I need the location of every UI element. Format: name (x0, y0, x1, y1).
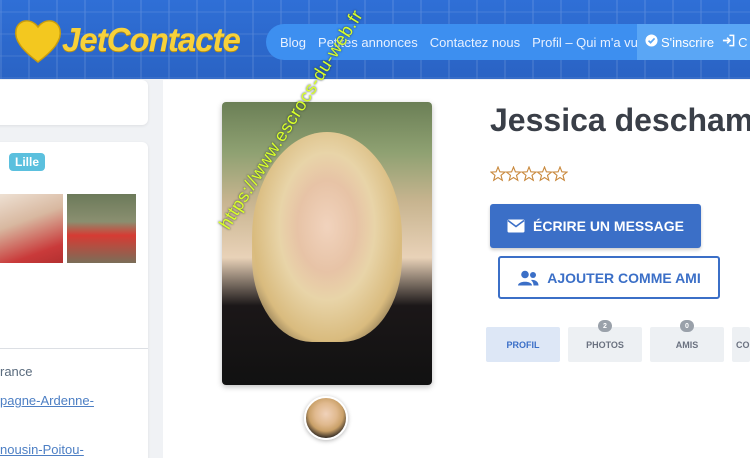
rating-stars[interactable] (489, 165, 569, 187)
tab-contact[interactable]: CON (732, 327, 750, 362)
country-text: rance (0, 364, 33, 379)
nav-contact[interactable]: Contactez nous (430, 35, 520, 50)
nav-blog[interactable]: Blog (280, 35, 306, 50)
tab-label: CON (736, 339, 750, 350)
site-header: JetContacte Blog Petites annonces Contac… (0, 0, 750, 79)
signup-button[interactable]: S'inscrire (645, 34, 714, 50)
add-friend-label: AJOUTER COMME AMI (547, 269, 701, 286)
nav-profil[interactable]: Profil – Qui m'a vu (532, 35, 638, 50)
sidebar-info-card (0, 142, 148, 458)
logo-text: JetContacte (62, 21, 241, 58)
star-rating-icons (489, 165, 569, 182)
avatar[interactable] (304, 396, 348, 440)
friends-count-badge: 0 (680, 320, 694, 332)
profile-name: Jessica deschamp (490, 102, 750, 138)
users-icon (517, 270, 539, 286)
gallery-thumbnail[interactable] (0, 194, 63, 263)
region-link[interactable]: pagne-Ardenne- (0, 393, 94, 408)
site-logo[interactable]: JetContacte (12, 14, 241, 66)
tab-amis[interactable]: 0 AMIS (650, 320, 724, 362)
region-link[interactable]: nousin-Poitou- (0, 442, 84, 457)
photos-count-badge: 2 (598, 320, 612, 332)
tab-profil[interactable]: PROFIL (486, 327, 560, 362)
signup-label: S'inscrire (661, 34, 715, 50)
tab-label: AMIS (675, 339, 699, 350)
login-button[interactable]: C (722, 34, 747, 50)
gallery-thumbnail[interactable] (67, 194, 136, 263)
tab-photos[interactable]: 2 PHOTOS (568, 320, 642, 362)
heart-icon (12, 14, 64, 66)
check-circle-icon (645, 34, 658, 50)
envelope-icon (507, 219, 525, 233)
city-tag[interactable]: Lille (9, 153, 46, 171)
tab-label: PHOTOS (586, 339, 624, 350)
login-label: C (738, 34, 748, 50)
sidebar-top-card (0, 80, 148, 125)
auth-buttons: S'inscrire C (637, 24, 750, 60)
profile-photo[interactable] (222, 102, 432, 385)
write-message-label: ÉCRIRE UN MESSAGE (533, 218, 684, 234)
add-friend-button[interactable]: AJOUTER COMME AMI (498, 256, 720, 299)
sidebar-divider (0, 348, 148, 349)
tab-label: PROFIL (506, 339, 540, 350)
sign-in-icon (722, 34, 735, 50)
write-message-button[interactable]: ÉCRIRE UN MESSAGE (490, 204, 701, 248)
